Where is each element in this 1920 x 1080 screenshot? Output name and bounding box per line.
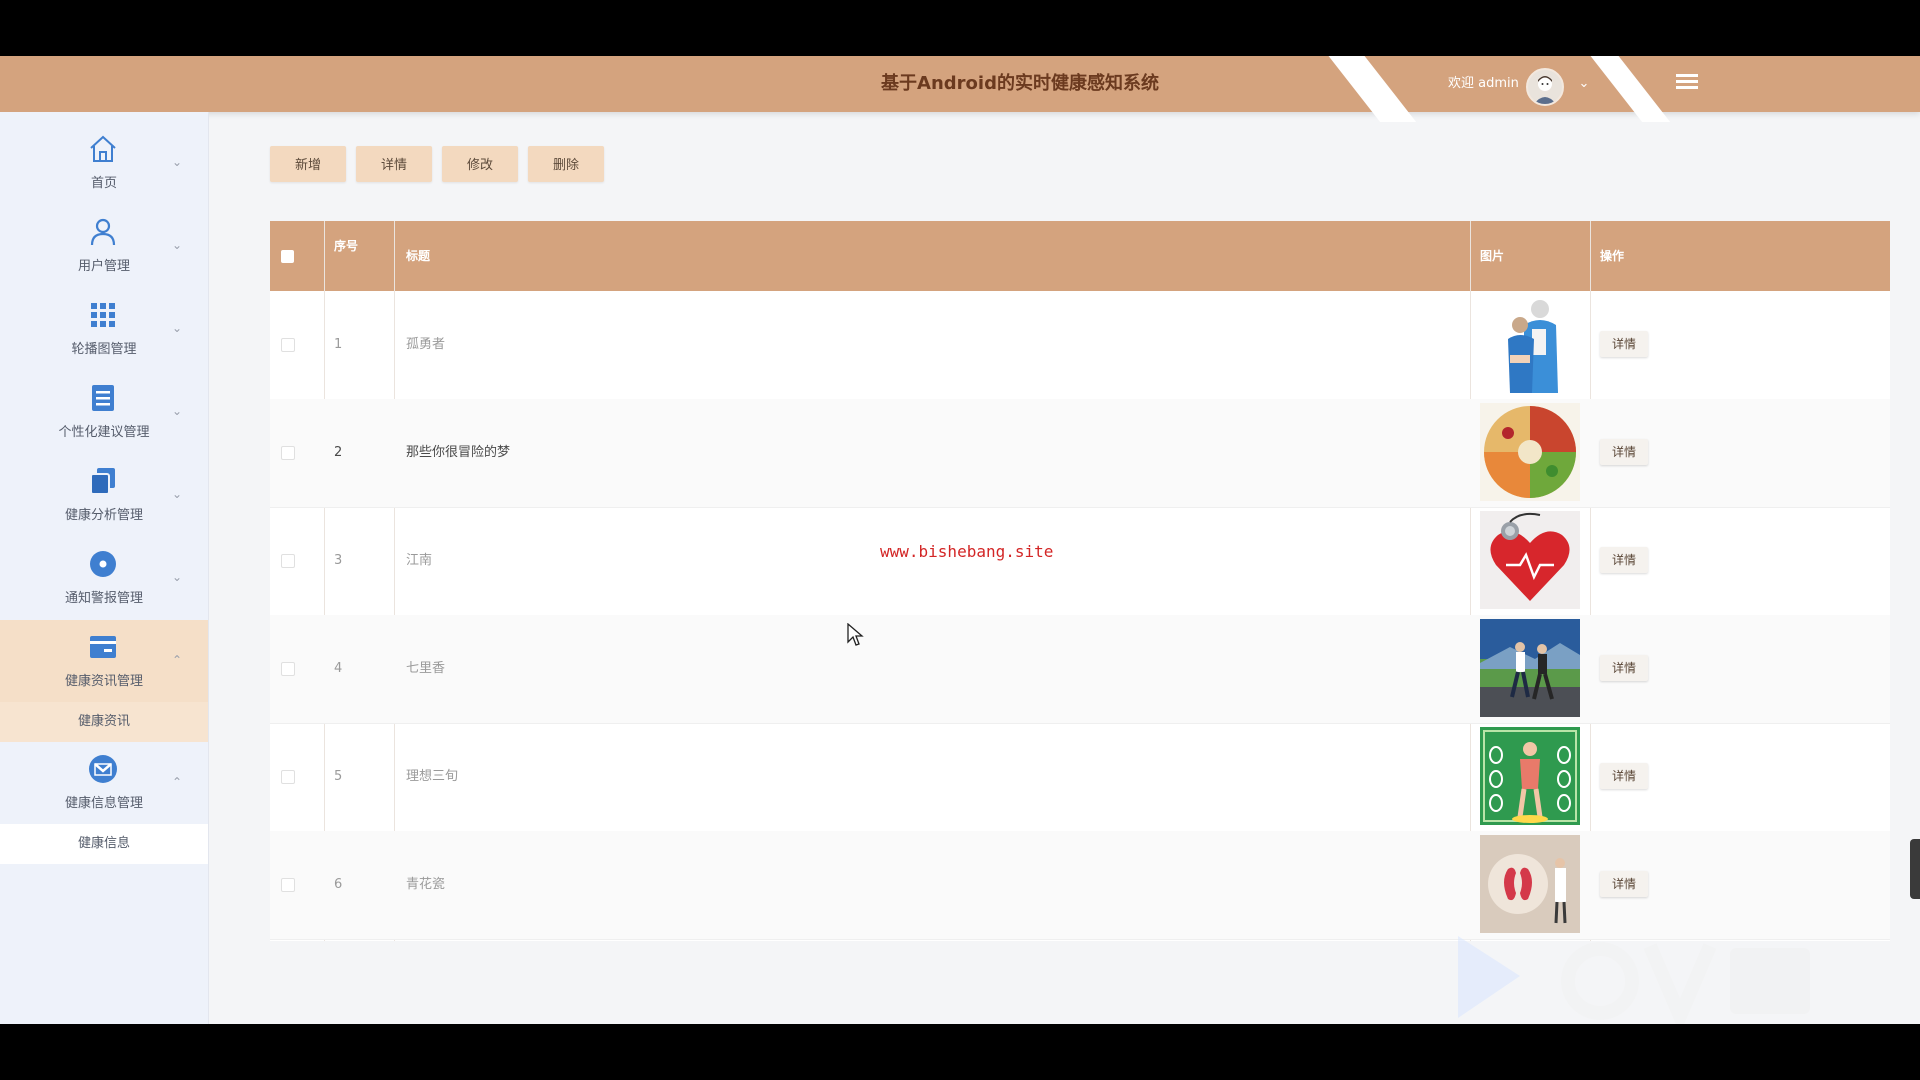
sidebar-item-analysis[interactable]: 健康分析管理 ⌄ [0, 454, 208, 536]
column-header-image[interactable]: 图片 [1480, 221, 1504, 291]
chevron-down-icon: ⌄ [172, 155, 183, 169]
chevron-up-icon: ⌃ [172, 653, 183, 667]
circle-dot-icon [90, 551, 116, 577]
row-image[interactable] [1480, 727, 1580, 825]
sidebar-item-label: 个性化建议管理 [58, 425, 150, 440]
sidebar-item-label: 用户管理 [77, 259, 130, 274]
sidebar-item-label: 健康分析管理 [64, 508, 143, 523]
row-detail-button[interactable]: 详情 [1600, 547, 1648, 573]
user-icon [90, 218, 116, 246]
watermark-text: www.bishebang.site [880, 542, 1054, 561]
row-checkbox[interactable] [281, 662, 295, 676]
row-seq: 3 [334, 553, 343, 568]
row-title: 孤勇者 [406, 337, 446, 352]
table-row[interactable]: 6 青花瓷 详情 [270, 831, 1890, 940]
row-image[interactable] [1480, 835, 1580, 933]
add-button[interactable]: 新增 [270, 146, 346, 182]
table-row[interactable]: 3 江南 详情 [270, 507, 1890, 616]
card-icon [90, 636, 116, 658]
top-bar: 基于Android的实时健康感知系统 欢迎 admin ⌄ [0, 56, 1920, 122]
mouse-cursor-icon [847, 623, 864, 646]
app-window: 基于Android的实时健康感知系统 欢迎 admin ⌄ 首页 ⌄ 用户管理 … [0, 56, 1920, 1024]
welcome-text: 欢迎 admin [1448, 76, 1519, 91]
table-row[interactable]: 5 理想三旬 详情 [270, 723, 1890, 832]
row-title: 七里香 [406, 661, 446, 676]
row-seq: 4 [334, 661, 343, 676]
row-title: 那些你很冒险的梦 [406, 445, 511, 460]
row-checkbox[interactable] [281, 770, 295, 784]
table-header: 序号 标题 图片 操作 [270, 221, 1890, 291]
chevron-down-icon: ⌄ [172, 570, 183, 584]
database-icon [92, 385, 114, 411]
chevron-down-icon: ⌄ [172, 404, 183, 418]
sidebar-item-label: 健康资讯管理 [64, 674, 143, 689]
sidebar-item-users[interactable]: 用户管理 ⌄ [0, 205, 208, 287]
table-row[interactable]: 4 七里香 详情 [270, 615, 1890, 724]
row-title: 理想三旬 [406, 769, 459, 784]
row-detail-button[interactable]: 详情 [1600, 871, 1648, 897]
sidebar-item-label: 首页 [90, 176, 117, 191]
chevron-up-icon: ⌃ [172, 775, 183, 789]
sidebar-item-label: 轮播图管理 [71, 342, 137, 357]
sidebar-item-suggestions[interactable]: 个性化建议管理 ⌄ [0, 371, 208, 453]
row-image[interactable] [1480, 295, 1580, 393]
sidebar-item-health-info[interactable]: 健康信息管理 ⌃ [0, 742, 208, 824]
row-checkbox[interactable] [281, 878, 295, 892]
row-checkbox[interactable] [281, 338, 295, 352]
sidebar: 首页 ⌄ 用户管理 ⌄ 轮播图管理 ⌄ 个性化建议管理 ⌄ 健康分析管理 ⌄ 通… [0, 112, 209, 1024]
row-title: 江南 [406, 553, 433, 568]
column-header-title[interactable]: 标题 [406, 221, 430, 291]
detail-button[interactable]: 详情 [356, 146, 432, 182]
row-image[interactable] [1480, 619, 1580, 717]
chevron-down-icon: ⌄ [172, 321, 183, 335]
select-all-checkbox[interactable] [281, 250, 294, 263]
sidebar-subitem-news[interactable]: 健康资讯 [0, 702, 208, 742]
row-seq: 6 [334, 877, 343, 892]
row-detail-button[interactable]: 详情 [1600, 655, 1648, 681]
row-checkbox[interactable] [281, 446, 295, 460]
side-handle[interactable] [1910, 839, 1920, 899]
row-seq: 1 [334, 337, 343, 352]
sidebar-item-home[interactable]: 首页 ⌄ [0, 122, 208, 204]
avatar[interactable] [1526, 68, 1564, 106]
data-table: 序号 标题 图片 操作 1 孤勇者 详情 2 那些你很冒险的梦 详情 3 江南 … [270, 221, 1890, 941]
column-header-action: 操作 [1600, 249, 1625, 263]
delete-button[interactable]: 删除 [528, 146, 604, 182]
chevron-down-icon: ⌄ [172, 238, 183, 252]
chevron-down-icon: ⌄ [172, 487, 183, 501]
row-detail-button[interactable]: 详情 [1600, 331, 1648, 357]
mail-icon [89, 755, 117, 783]
row-detail-button[interactable]: 详情 [1600, 763, 1648, 789]
sidebar-item-label: 健康信息管理 [64, 796, 143, 811]
copy-icon [90, 468, 115, 495]
grid-icon [91, 303, 115, 327]
row-image[interactable] [1480, 511, 1580, 609]
hamburger-icon[interactable] [1674, 71, 1700, 95]
row-checkbox[interactable] [281, 554, 295, 568]
column-header-seq[interactable]: 序号 [334, 221, 358, 291]
table-row[interactable]: 2 那些你很冒险的梦 详情 [270, 399, 1890, 508]
row-detail-button[interactable]: 详情 [1600, 439, 1648, 465]
sidebar-item-label: 通知警报管理 [64, 591, 143, 606]
sidebar-subitem-health-info[interactable]: 健康信息 [0, 824, 208, 864]
chevron-down-icon[interactable]: ⌄ [1574, 74, 1594, 94]
row-seq: 5 [334, 769, 343, 784]
sidebar-item-carousel[interactable]: 轮播图管理 ⌄ [0, 288, 208, 370]
home-icon [90, 135, 116, 162]
row-image[interactable] [1480, 403, 1580, 501]
sidebar-item-alerts[interactable]: 通知警报管理 ⌄ [0, 537, 208, 619]
watermark-logo [1458, 936, 1810, 1024]
row-seq: 2 [334, 445, 343, 460]
edit-button[interactable]: 修改 [442, 146, 518, 182]
table-row[interactable]: 1 孤勇者 详情 [270, 291, 1890, 400]
sidebar-item-news[interactable]: 健康资讯管理 ⌃ [0, 620, 208, 702]
row-title: 青花瓷 [406, 877, 446, 892]
